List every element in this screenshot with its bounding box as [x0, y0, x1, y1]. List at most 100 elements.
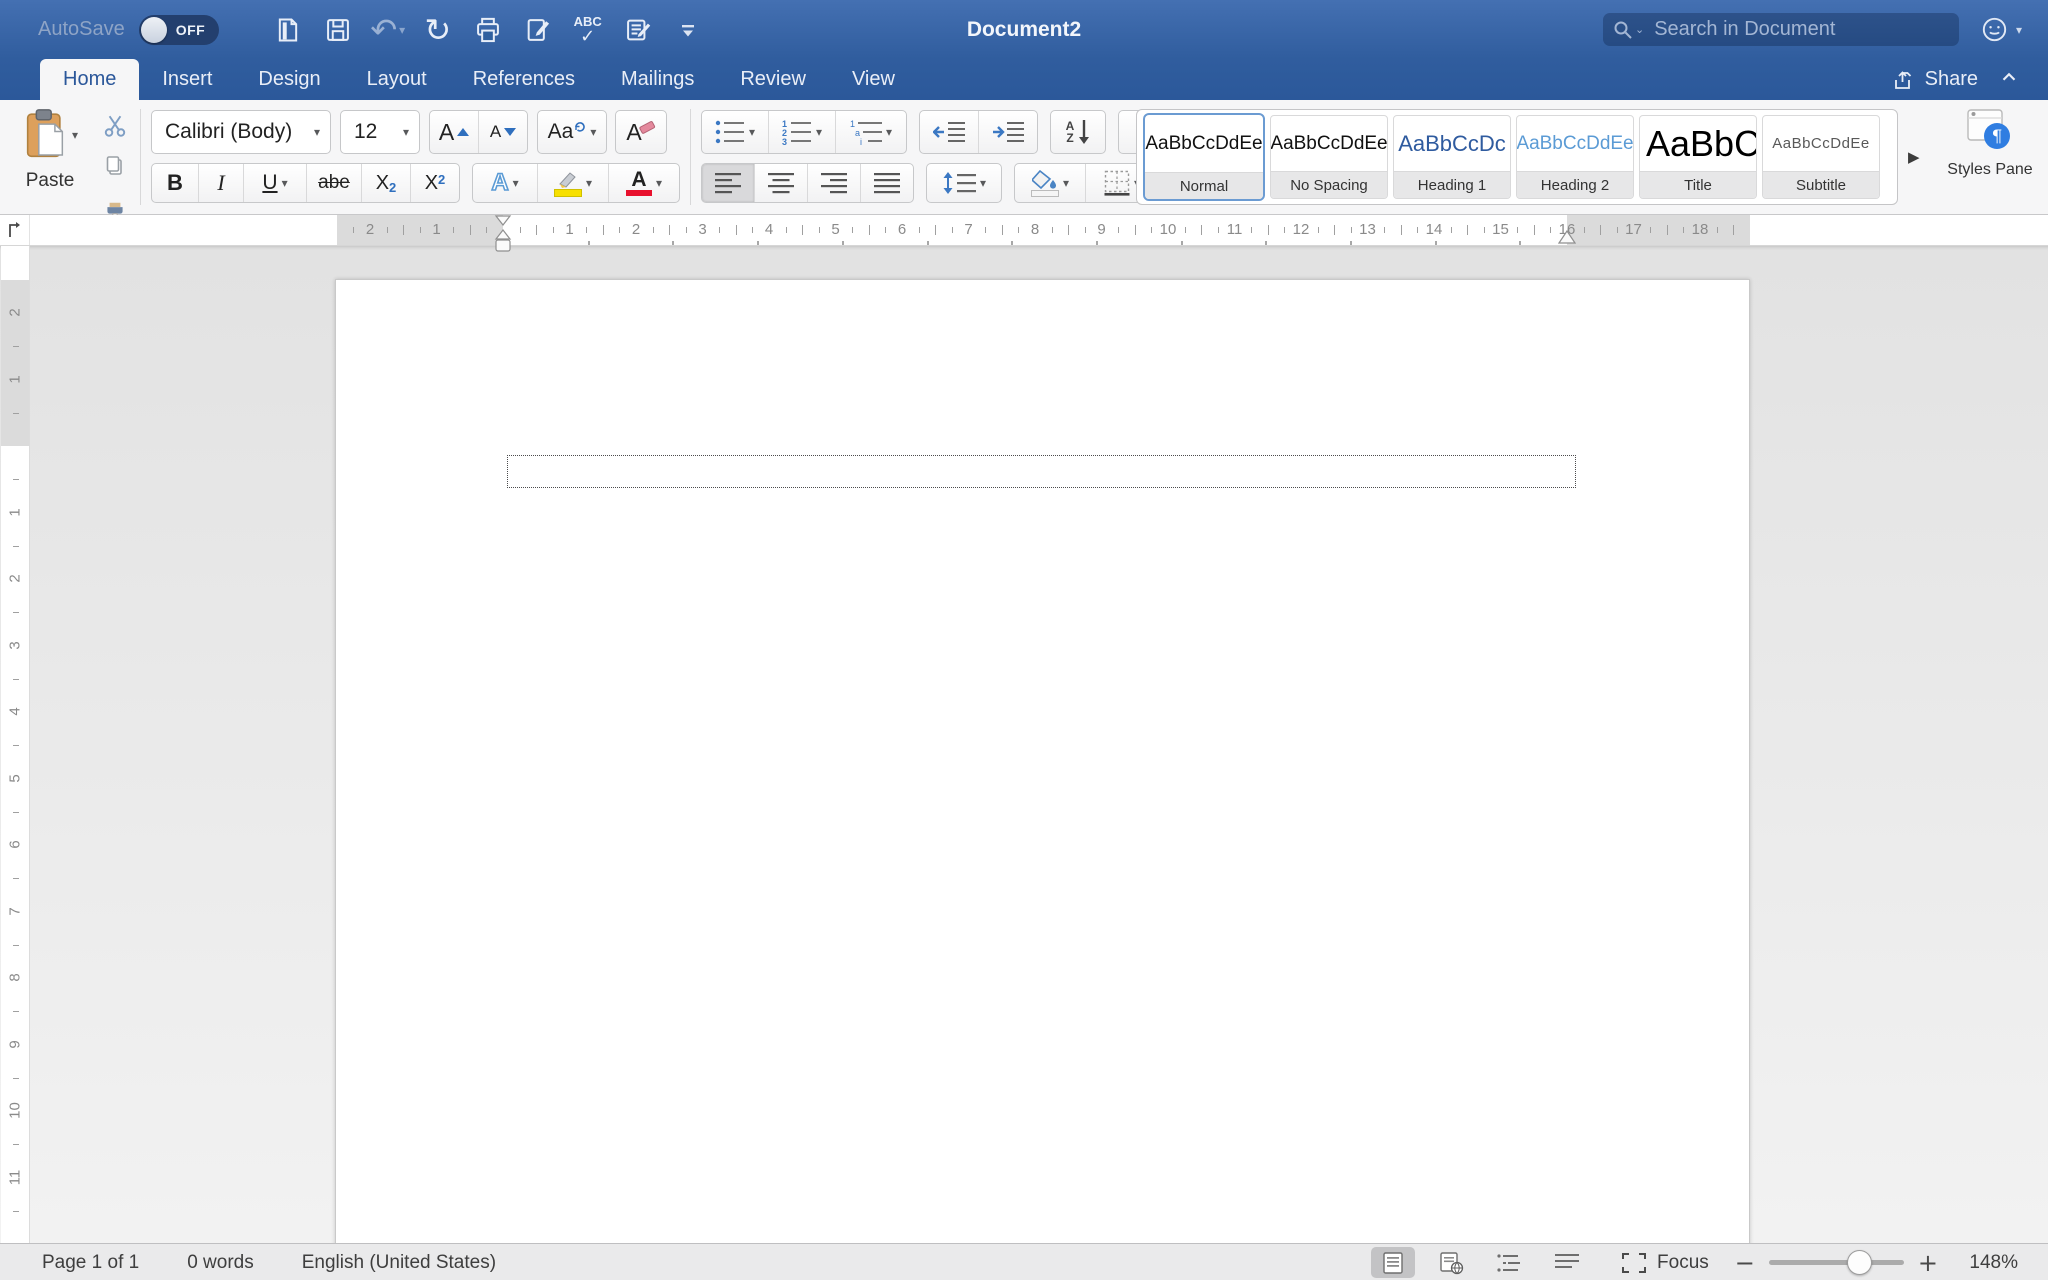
styles-gallery-expander-button[interactable]: ▶: [1908, 148, 1920, 166]
ruler-tick: [1667, 225, 1668, 235]
redo-button[interactable]: ↻: [413, 10, 463, 50]
ruler-number: 8: [7, 964, 24, 992]
vertical-ruler[interactable]: 211234567891011: [1, 246, 30, 1243]
ruler-number: 5: [7, 764, 24, 792]
style-title[interactable]: AaBbC Title: [1639, 115, 1757, 199]
multilevel-list-button[interactable]: 1 a i ▾: [835, 111, 906, 153]
ruler-number: 17: [1625, 215, 1642, 245]
feedback-smiley-button[interactable]: ▾: [1981, 16, 2022, 43]
paste-caret-icon[interactable]: ▾: [72, 128, 78, 142]
text-effects-button[interactable]: A ▾: [473, 164, 537, 202]
underline-button[interactable]: U ▾: [243, 164, 306, 202]
style-no-spacing[interactable]: AaBbCcDdEe No Spacing: [1270, 115, 1388, 199]
ruler-tick: [420, 227, 421, 233]
focus-button[interactable]: Focus: [1621, 1252, 1709, 1274]
ruler-tick: [553, 227, 554, 233]
copy-button[interactable]: [100, 152, 130, 180]
font-size-caret-icon: ▾: [393, 125, 419, 139]
search-box[interactable]: ⌄: [1603, 13, 1959, 46]
zoom-slider-knob[interactable]: [1847, 1250, 1872, 1275]
text-field[interactable]: [507, 455, 1576, 488]
undo-button[interactable]: ↶ ▾: [363, 10, 413, 50]
align-left-button[interactable]: [702, 164, 754, 202]
italic-button[interactable]: I: [198, 164, 243, 202]
bullets-button[interactable]: ▾: [702, 111, 768, 153]
style-normal[interactable]: AaBbCcDdEe Normal: [1143, 113, 1265, 201]
tab-references[interactable]: References: [450, 59, 598, 100]
shrink-font-button[interactable]: A: [478, 111, 527, 153]
bold-button[interactable]: B: [152, 164, 198, 202]
tab-view[interactable]: View: [829, 59, 918, 100]
tab-review[interactable]: Review: [717, 59, 829, 100]
autosave-toggle[interactable]: OFF: [139, 15, 219, 45]
right-indent-marker[interactable]: [1558, 230, 1576, 245]
save-button[interactable]: [313, 10, 363, 50]
share-button[interactable]: Share: [1892, 68, 1978, 92]
spelling-grammar-button[interactable]: ABC ✓: [563, 10, 613, 50]
highlight-button[interactable]: ▾: [537, 164, 608, 202]
print-button[interactable]: [463, 10, 513, 50]
align-right-button[interactable]: [807, 164, 860, 202]
edit-document-button[interactable]: [513, 10, 563, 50]
shading-button[interactable]: ▾: [1015, 164, 1085, 202]
document-page[interactable]: [335, 279, 1750, 1243]
ruler-tick: [1617, 227, 1618, 233]
sort-button[interactable]: AZ: [1050, 110, 1106, 154]
font-color-button[interactable]: A ▾: [608, 164, 679, 202]
line-spacing-button[interactable]: ▾: [926, 163, 1002, 203]
ruler-tick: [1185, 227, 1186, 233]
ruler-tick: [387, 227, 388, 233]
superscript-icon: X2: [425, 172, 446, 195]
track-changes-button[interactable]: [613, 10, 663, 50]
styles-pane-icon: ¶: [1964, 108, 2016, 154]
tab-stop-selector[interactable]: [0, 215, 30, 245]
subscript-button[interactable]: X2: [361, 164, 410, 202]
page-count-label[interactable]: Page 1 of 1: [42, 1252, 139, 1274]
svg-text:¶: ¶: [1992, 127, 2003, 147]
ruler-tick: [1052, 227, 1053, 233]
language-label[interactable]: English (United States): [302, 1252, 496, 1274]
outline-view-button[interactable]: [1487, 1247, 1531, 1278]
decrease-indent-button[interactable]: [920, 111, 978, 153]
change-case-button[interactable]: Aa ▾: [537, 110, 607, 154]
new-document-button[interactable]: [263, 10, 313, 50]
zoom-slider[interactable]: [1769, 1260, 1904, 1265]
print-layout-view-button[interactable]: [1371, 1247, 1415, 1278]
draft-view-button[interactable]: [1545, 1247, 1589, 1278]
edit-document-icon: [524, 16, 552, 44]
tab-home[interactable]: Home: [40, 59, 139, 100]
style-heading-1[interactable]: AaBbCcDc Heading 1: [1393, 115, 1511, 199]
increase-indent-button[interactable]: [978, 111, 1037, 153]
justify-button[interactable]: [860, 164, 913, 202]
font-size-select[interactable]: 12 ▾: [340, 110, 420, 154]
font-name-select[interactable]: Calibri (Body) ▾: [151, 110, 331, 154]
styles-pane-button[interactable]: ¶ Styles Pane: [1942, 108, 2038, 180]
tab-mailings[interactable]: Mailings: [598, 59, 717, 100]
word-count-label[interactable]: 0 words: [187, 1252, 254, 1274]
align-center-button[interactable]: [754, 164, 807, 202]
grow-font-button[interactable]: A: [430, 111, 478, 153]
indent-markers[interactable]: [494, 215, 512, 255]
toolbar-overflow-button[interactable]: [663, 10, 713, 50]
strikethrough-button[interactable]: abe: [306, 164, 361, 202]
style-heading-2[interactable]: AaBbCcDdEe Heading 2: [1516, 115, 1634, 199]
tab-insert[interactable]: Insert: [139, 59, 235, 100]
zoom-out-button[interactable]: −: [1735, 1253, 1755, 1273]
web-layout-view-button[interactable]: [1429, 1247, 1473, 1278]
tab-layout[interactable]: Layout: [344, 59, 450, 100]
smiley-icon: [1981, 16, 2008, 43]
tab-stop-icon: [6, 221, 24, 239]
search-input[interactable]: [1652, 17, 1949, 42]
tab-design[interactable]: Design: [235, 59, 343, 100]
horizontal-ruler[interactable]: 21123456789101112131415161718: [0, 215, 2048, 245]
clear-formatting-button[interactable]: A: [615, 110, 667, 154]
paste-button[interactable]: ▾ Paste: [14, 108, 86, 192]
cut-button[interactable]: [100, 112, 130, 140]
search-scope-caret-icon[interactable]: ⌄: [1635, 23, 1644, 36]
superscript-button[interactable]: X2: [410, 164, 459, 202]
collapse-ribbon-button[interactable]: [1998, 66, 2020, 93]
style-subtitle[interactable]: AaBbCcDdEe Subtitle: [1762, 115, 1880, 199]
zoom-level-label[interactable]: 148%: [1952, 1252, 2018, 1274]
numbering-button[interactable]: 1 2 3 ▾: [768, 111, 835, 153]
zoom-in-button[interactable]: +: [1918, 1253, 1938, 1273]
